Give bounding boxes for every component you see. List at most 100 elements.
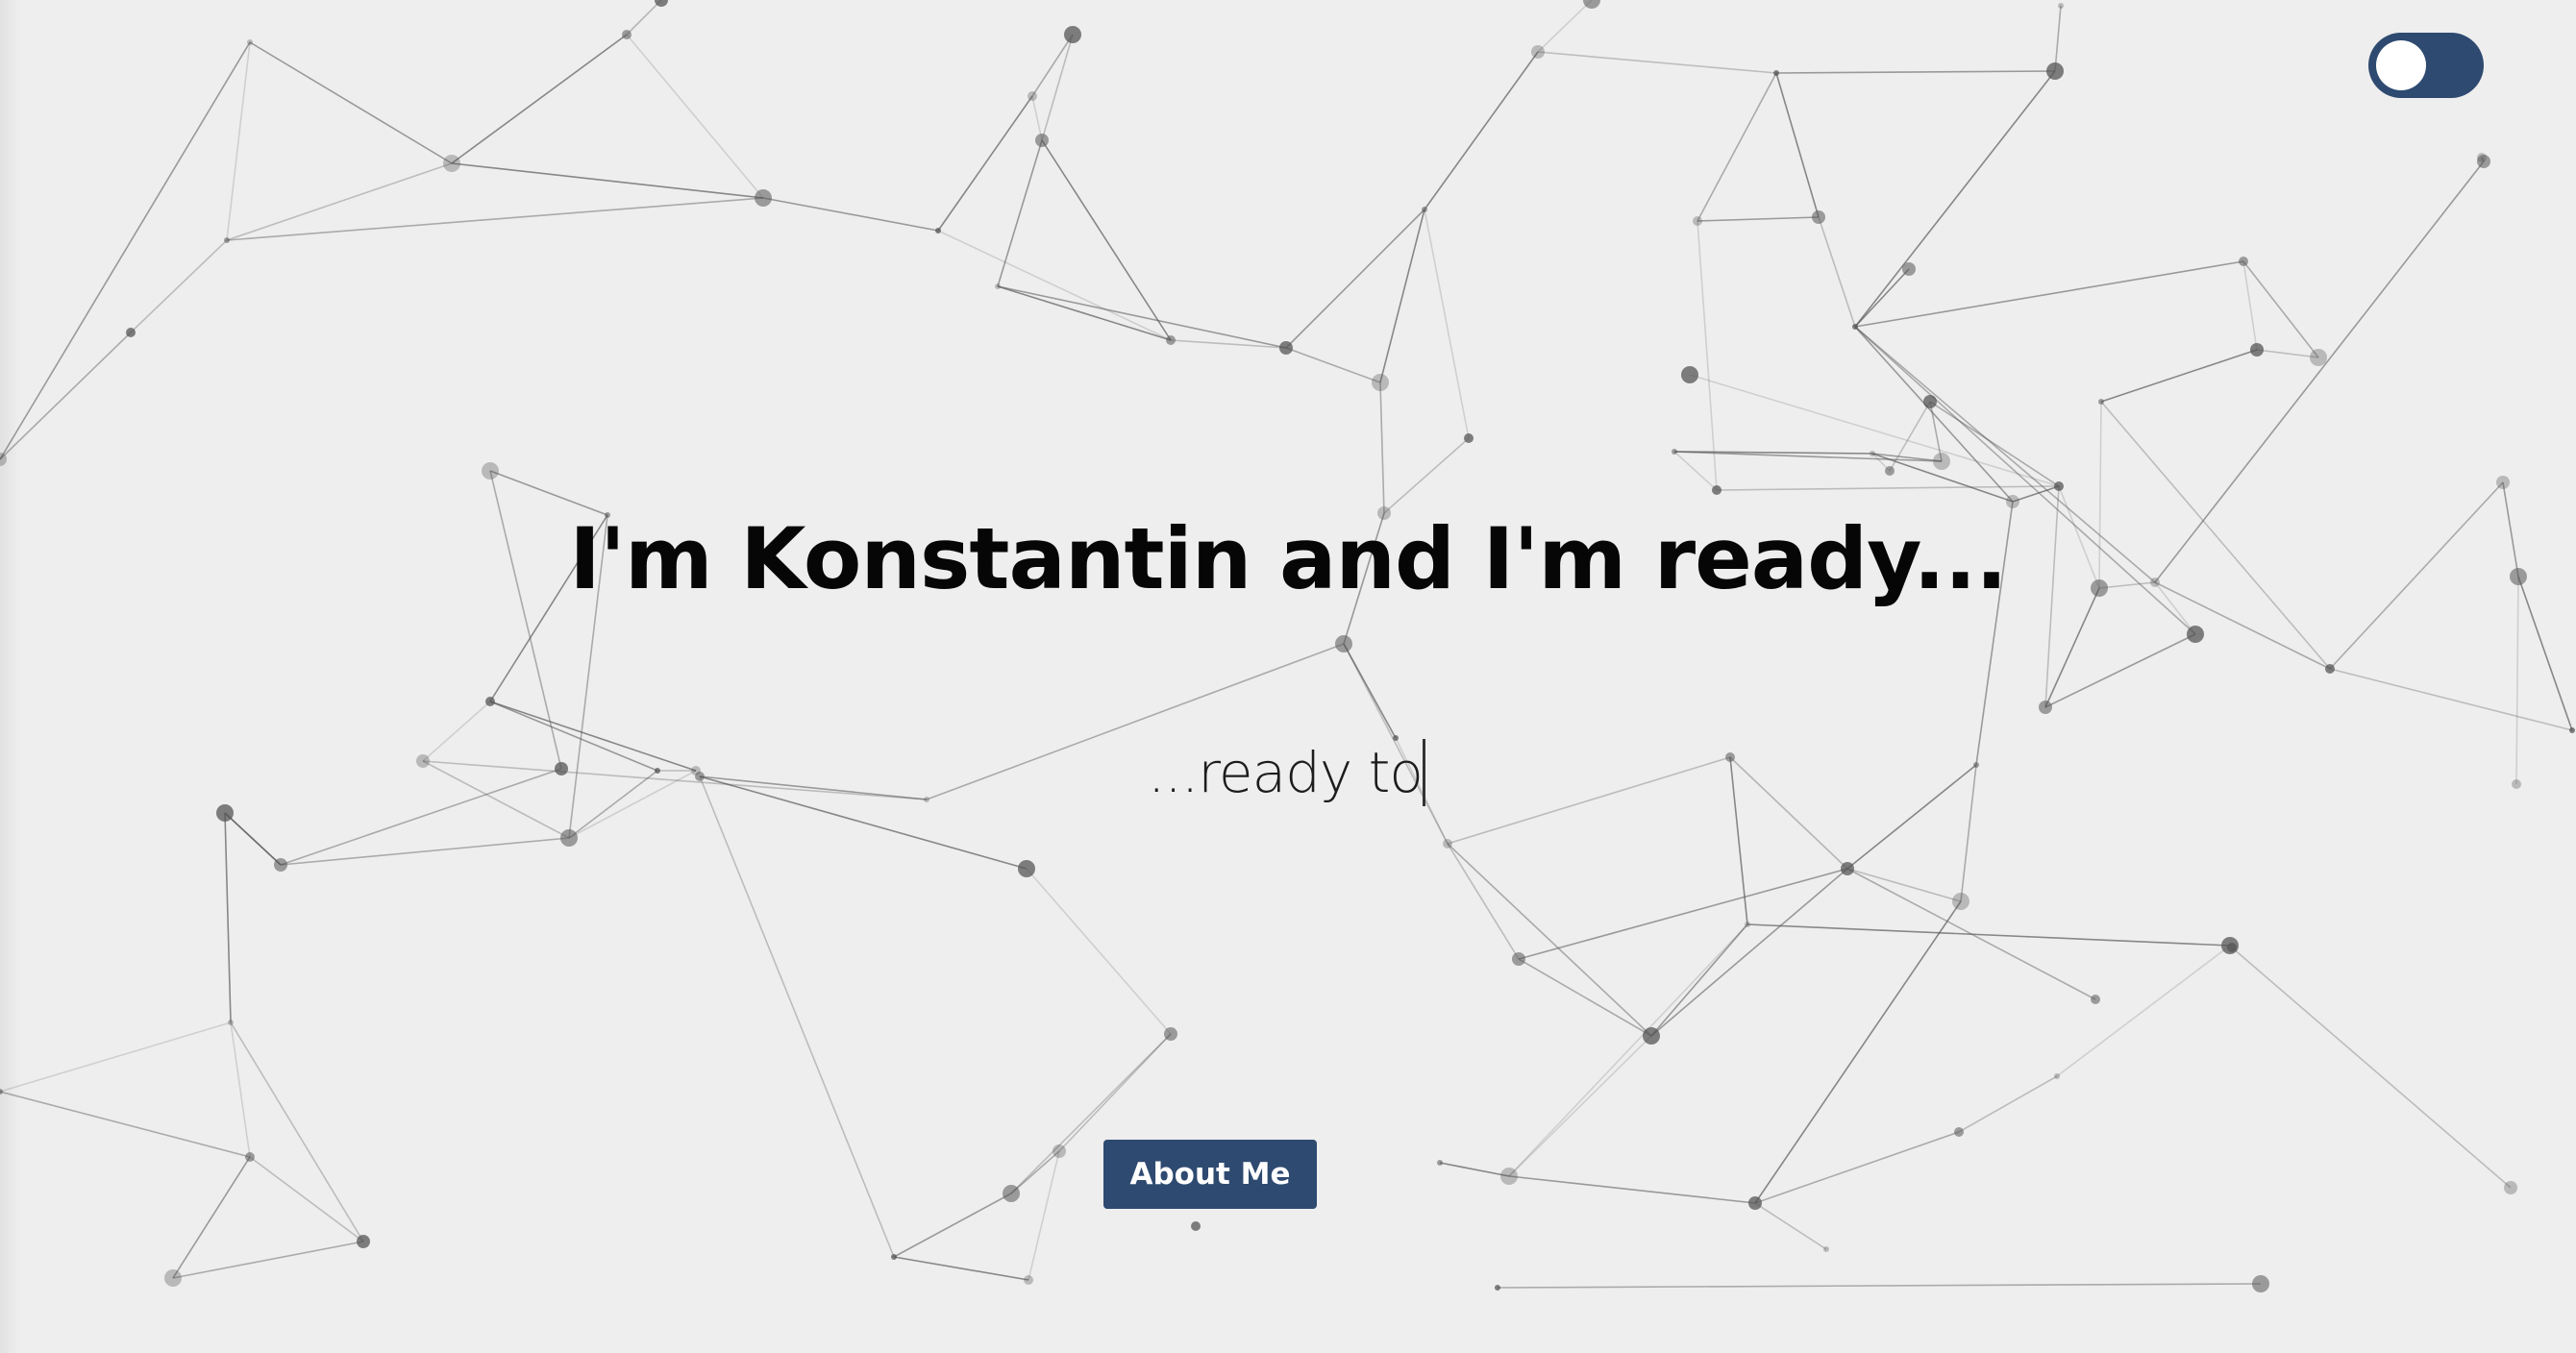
left-edge-shadow (0, 0, 21, 1353)
network-line (226, 162, 453, 241)
network-line (1775, 72, 1820, 218)
network-line (626, 34, 764, 199)
network-line (1424, 51, 1539, 210)
about-me-button[interactable]: About Me (1103, 1140, 1317, 1209)
network-node (1191, 1221, 1201, 1231)
network-line (1285, 209, 1425, 349)
network-line (2231, 947, 2512, 1189)
typed-text: ...ready to (1148, 740, 1424, 805)
network-node (1372, 374, 1389, 391)
network-node (1748, 1196, 1762, 1210)
network-line (1383, 437, 1470, 514)
network-node (560, 829, 578, 847)
network-node (1464, 433, 1474, 443)
network-node (1053, 1144, 1066, 1158)
network-line (1729, 756, 1848, 870)
network-line (893, 1193, 1012, 1258)
network-line (1508, 1035, 1652, 1177)
network-line (1775, 70, 2056, 74)
network-node (995, 283, 1001, 289)
network-line (172, 1156, 251, 1279)
network-node (891, 1254, 897, 1260)
network-line (0, 41, 251, 460)
network-node (555, 762, 568, 775)
network-node (1952, 893, 1969, 910)
network-line (699, 775, 928, 800)
network-line (1031, 34, 1074, 97)
network-node (2239, 257, 2248, 266)
network-node (1672, 449, 1677, 455)
network-node (1725, 752, 1735, 762)
network-line (1537, 51, 1777, 74)
network-node (1902, 262, 1916, 276)
network-node (2496, 476, 2510, 489)
network-node (1973, 762, 1979, 768)
network-line (422, 701, 491, 762)
network-line (1424, 209, 1470, 439)
network-node (1870, 451, 1875, 456)
network-node (1643, 1027, 1660, 1045)
network-node (164, 1269, 182, 1287)
network-line (1716, 485, 2060, 491)
network-line (130, 239, 228, 333)
network-line (422, 760, 928, 800)
network-line (1518, 868, 1848, 960)
network-node (2054, 481, 2064, 491)
network-line (0, 1021, 232, 1093)
network-line (1285, 347, 1381, 383)
network-node (1852, 324, 1858, 330)
network-line (1689, 374, 2060, 487)
network-node (1823, 1246, 1829, 1252)
network-line (1846, 868, 2096, 1000)
network-line (1697, 72, 1777, 222)
network-node (1933, 453, 1950, 470)
network-line (1518, 958, 1652, 1037)
network-line (568, 770, 658, 839)
network-line (2329, 668, 2573, 731)
network-line (1754, 1131, 1960, 1204)
network-line (1958, 1075, 2058, 1133)
typed-line: ...ready to (1148, 730, 1425, 815)
network-line (2044, 633, 2196, 708)
network-node (1745, 922, 1750, 927)
network-line (1379, 381, 1385, 514)
network-node (247, 39, 253, 45)
network-node (1681, 366, 1698, 383)
network-node (1512, 952, 1525, 966)
network-line (1754, 1202, 1827, 1250)
network-line (893, 1256, 1029, 1281)
network-node (274, 858, 287, 872)
network-node (2046, 62, 2064, 80)
network-line (1854, 70, 2056, 328)
typing-caret (1422, 739, 1425, 806)
network-node (216, 804, 234, 822)
network-line (1031, 95, 1043, 141)
network-line (1846, 868, 1962, 902)
network-line (1697, 216, 1820, 222)
network-node (2477, 153, 2487, 162)
network-node (1028, 91, 1037, 101)
network-node (2006, 495, 2019, 508)
network-node (2227, 943, 2237, 952)
network-line (1650, 923, 1748, 1037)
network-node (1443, 839, 1452, 849)
network-node (1166, 335, 1176, 345)
theme-toggle-switch[interactable] (2368, 33, 2484, 98)
toggle-knob (2376, 40, 2426, 90)
network-line (2100, 349, 2258, 403)
network-line (699, 775, 1028, 870)
network-line (2242, 260, 2258, 351)
network-line (1379, 209, 1425, 383)
network-line (626, 0, 662, 36)
network-node (2187, 626, 2204, 643)
network-line (1929, 401, 1943, 462)
network-line (422, 760, 570, 839)
network-line (230, 1021, 364, 1242)
network-node (1841, 862, 1854, 875)
network-node (1035, 134, 1049, 147)
network-node (1024, 1275, 1033, 1285)
network-node (1923, 395, 1937, 408)
network-node (1422, 207, 1427, 212)
network-node (1812, 210, 1825, 224)
network-node (1773, 70, 1779, 76)
